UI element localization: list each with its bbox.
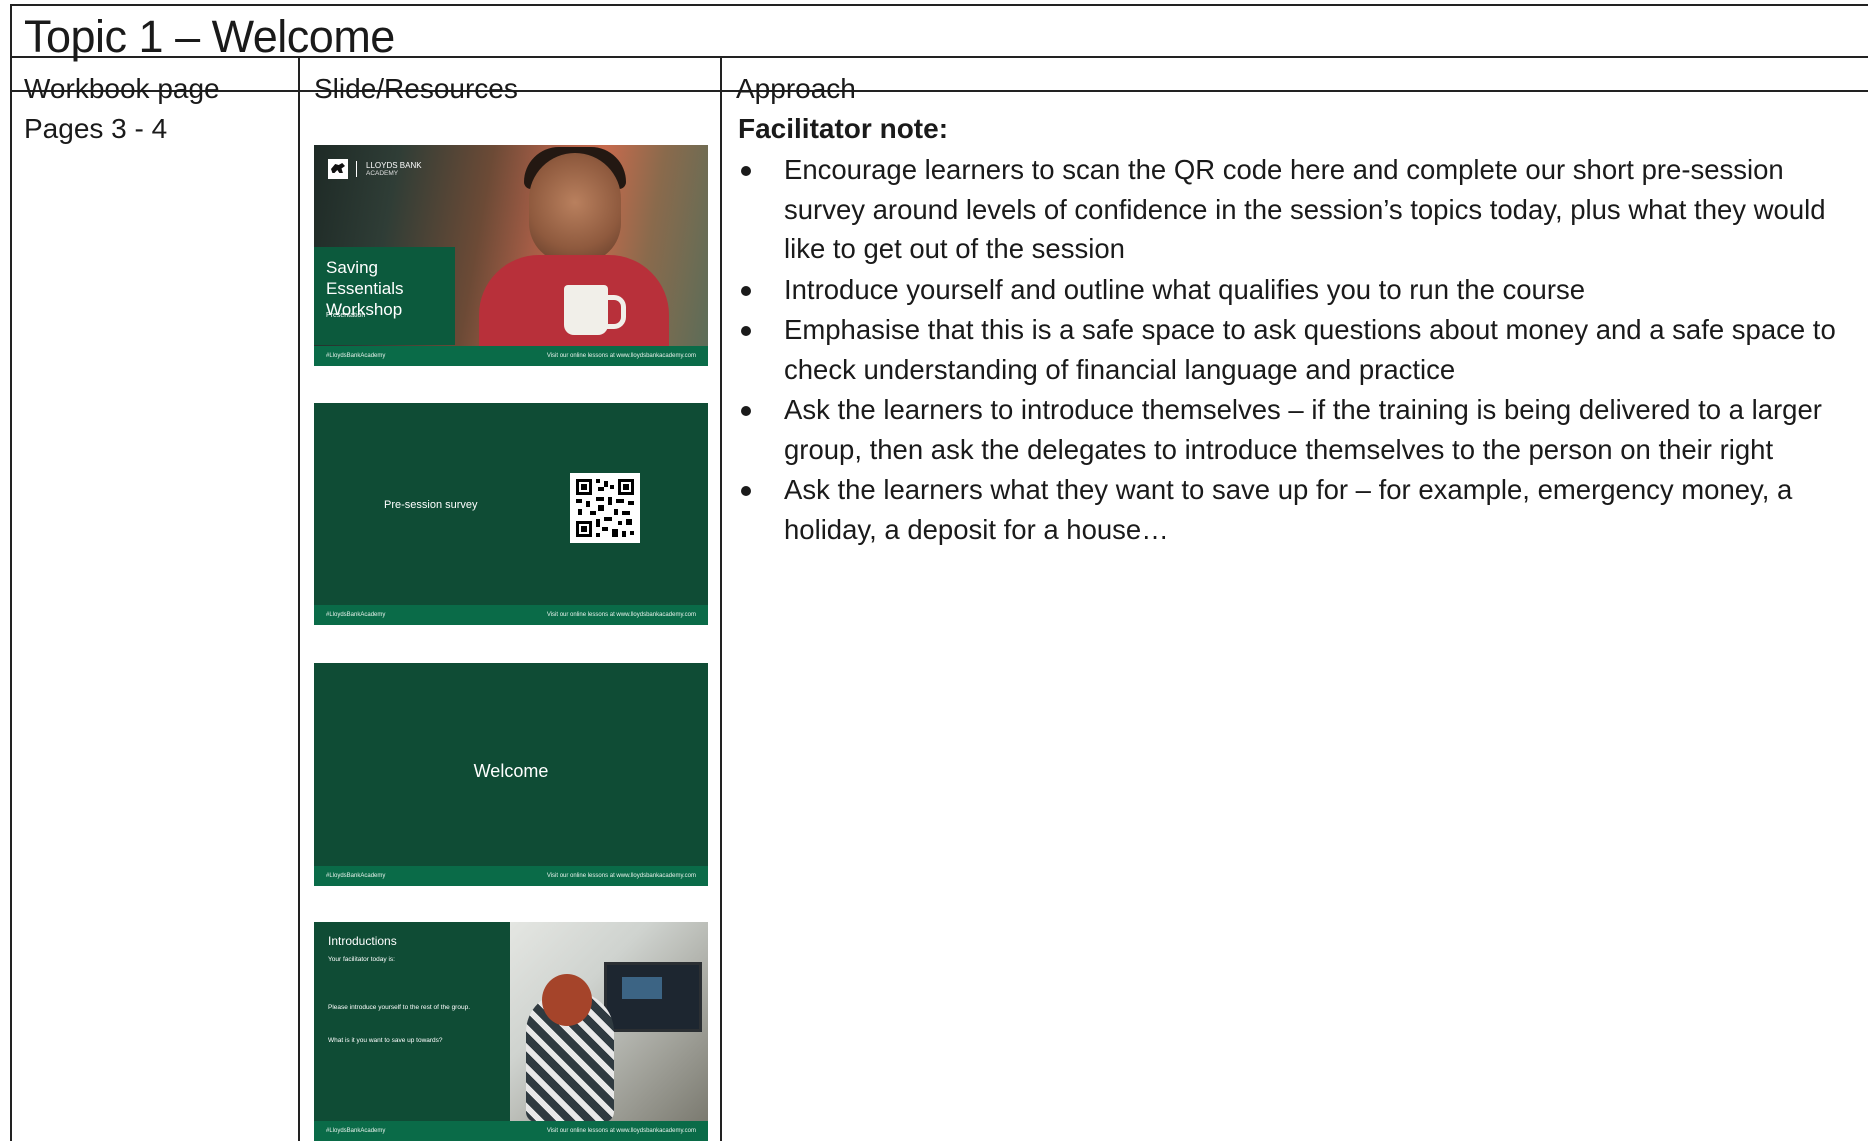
footer-link: Visit our online lessons at www.lloydsba… [546, 873, 696, 879]
slide-title: Saving Essentials Workshop [326, 258, 404, 319]
photo-detail [542, 974, 592, 1026]
slide-thumbnail-welcome: Welcome #LloydsBankAcademy Visit our onl… [314, 663, 708, 886]
lloyds-logo-icon [328, 159, 348, 179]
logo-divider [356, 161, 357, 177]
divider [10, 90, 1868, 92]
page-title: Topic 1 – Welcome [24, 11, 395, 62]
list-item: Introduce yourself and outline what qual… [738, 270, 1858, 310]
facilitator-note-list: Encourage learners to scan the QR code h… [738, 150, 1858, 550]
list-item: Encourage learners to scan the QR code h… [738, 150, 1858, 269]
mug-icon [564, 285, 608, 335]
footer-hashtag: #LloydsBankAcademy [326, 873, 386, 879]
list-item: Ask the learners what they want to save … [738, 470, 1858, 549]
slide-title: Introductions [328, 934, 397, 948]
bullet-icon [741, 166, 751, 176]
slide-thumbnail-title: LLOYDS BANK ACADEMY Saving Essentials Wo… [314, 145, 708, 366]
divider [298, 58, 300, 1141]
workbook-pages: Pages 3 - 4 [24, 113, 168, 144]
bullet-text: Ask the learners to introduce themselves… [784, 394, 1822, 465]
column-header-approach: Approach [736, 73, 856, 104]
list-item: Emphasise that this is a safe space to a… [738, 310, 1858, 389]
slide-text: Please introduce yourself to the rest of… [328, 1004, 471, 1011]
footer-link: Visit our online lessons at www.lloydsba… [546, 353, 696, 359]
footer-hashtag: #LloydsBankAcademy [326, 612, 386, 618]
footer-hashtag: #LloydsBankAcademy [326, 353, 386, 359]
divider [720, 58, 722, 1141]
slide-text: What is it you want to save up towards? [328, 1037, 443, 1044]
slide-title: Welcome [473, 761, 549, 781]
photo-detail [603, 295, 626, 329]
bullet-text: Encourage learners to scan the QR code h… [784, 154, 1826, 264]
slide-footer: #LloydsBankAcademy Visit our online less… [314, 1121, 708, 1141]
qr-code-icon [570, 473, 640, 543]
logo-subtext: ACADEMY [366, 170, 399, 177]
bullet-text: Introduce yourself and outline what qual… [784, 273, 1586, 305]
bullet-icon [741, 326, 751, 336]
photo-detail [622, 977, 662, 999]
slide-footer: #LloydsBankAcademy Visit our online less… [314, 346, 708, 366]
list-item: Ask the learners to introduce themselves… [738, 390, 1858, 469]
column-header-workbook-page: Workbook page [24, 73, 220, 104]
photo-detail [529, 153, 621, 263]
slide-title: Pre-session survey [384, 499, 478, 511]
slide-thumbnail-survey: Pre-session survey #LloydsBankAcademy Vi… [314, 403, 708, 625]
footer-hashtag: #LloydsBankAcademy [326, 1128, 386, 1134]
slide-text: Your facilitator today is: [328, 956, 395, 963]
slide-label: Presentation [326, 312, 366, 319]
slide-footer: #LloydsBankAcademy Visit our online less… [314, 605, 708, 625]
bullet-text: Ask the learners what they want to save … [784, 474, 1793, 545]
bullet-text: Emphasise that this is a safe space to a… [784, 314, 1836, 385]
facilitator-note-title: Facilitator note: [738, 113, 949, 144]
bullet-icon [741, 285, 751, 296]
horse-icon [331, 163, 345, 173]
bullet-icon [741, 486, 751, 496]
column-header-slide-resources: Slide/Resources [314, 73, 518, 104]
bullet-icon [741, 406, 751, 416]
slide-footer: #LloydsBankAcademy Visit our online less… [314, 866, 708, 886]
slide-thumbnail-introductions: Introductions Your facilitator today is:… [314, 922, 708, 1141]
footer-link: Visit our online lessons at www.lloydsba… [546, 1128, 696, 1134]
logo-text: LLOYDS BANK [366, 161, 422, 170]
footer-link: Visit our online lessons at www.lloydsba… [546, 612, 696, 618]
